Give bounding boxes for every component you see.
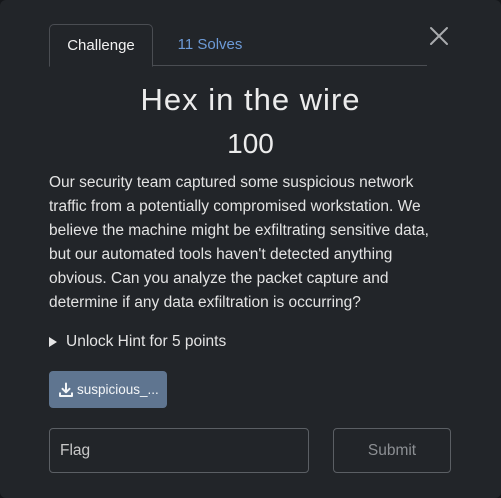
challenge-description: Our security team captured some suspicio… (49, 174, 429, 311)
file-name: suspicious_... (77, 382, 159, 397)
challenge-points: 100 (227, 128, 274, 159)
download-file-button[interactable]: suspicious_... (49, 371, 167, 408)
challenge-title: Hex in the wire (140, 82, 361, 117)
close-button[interactable] (427, 24, 451, 48)
close-icon (430, 27, 448, 45)
submit-button[interactable]: Submit (333, 428, 451, 473)
tab-solves[interactable]: 11 Solves (162, 24, 258, 66)
flag-input[interactable] (49, 428, 309, 473)
unlock-hint-toggle[interactable]: Unlock Hint for 5 points (49, 331, 226, 353)
disclosure-triangle-icon (49, 337, 57, 347)
challenge-tabs: Challenge 11 Solves (49, 24, 427, 67)
challenge-modal: Challenge 11 Solves Hex in the wire 100 … (0, 0, 501, 498)
hint-label: Unlock Hint for 5 points (66, 333, 227, 350)
download-icon (59, 382, 73, 397)
tab-challenge[interactable]: Challenge (49, 24, 153, 67)
